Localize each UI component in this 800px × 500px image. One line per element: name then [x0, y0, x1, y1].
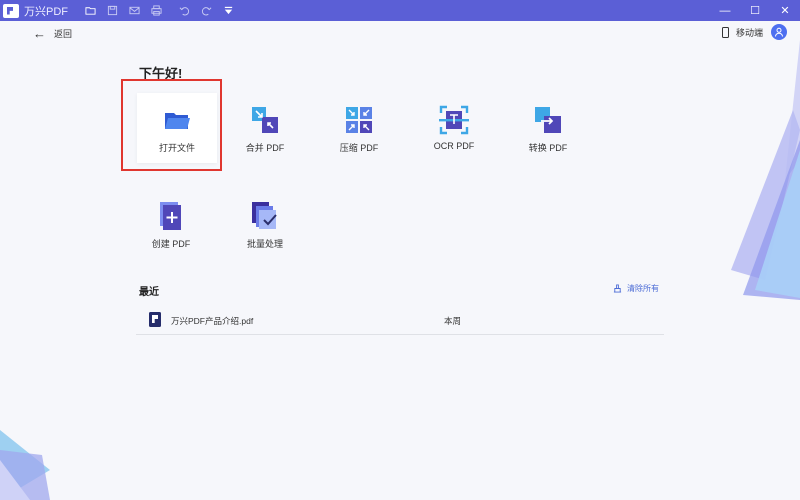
clear-all-button[interactable]: 清除所有 — [613, 283, 659, 294]
maximize-button[interactable]: ☐ — [740, 0, 770, 21]
title-bar: 万兴PDF — ☐ ✕ — [0, 0, 800, 21]
file-name: 万兴PDF产品介绍.pdf — [171, 316, 254, 326]
tile-convert-pdf[interactable]: 转换 PDF — [508, 93, 588, 163]
undo-icon[interactable] — [174, 0, 194, 21]
user-avatar[interactable] — [771, 24, 787, 40]
broom-icon — [613, 284, 622, 293]
compress-icon — [346, 107, 372, 133]
mobile-button[interactable]: 移动端 — [722, 26, 763, 39]
recent-heading: 最近 — [139, 287, 159, 298]
phone-icon — [722, 27, 729, 38]
tile-label: 压缩 PDF — [339, 143, 379, 153]
redo-icon[interactable] — [196, 0, 216, 21]
tile-label: 合并 PDF — [245, 143, 285, 153]
list-item[interactable]: 万兴PDF产品介绍.pdf 本周 — [136, 305, 664, 335]
highlight-box — [121, 79, 222, 171]
tile-ocr-pdf[interactable]: OCR PDF — [414, 93, 494, 163]
decorative-shapes-right — [731, 40, 800, 300]
convert-icon — [535, 107, 561, 133]
folder-icon[interactable] — [80, 0, 100, 21]
tile-label: 批量处理 — [246, 239, 283, 249]
tile-label: 转换 PDF — [528, 143, 568, 153]
clear-all-label: 清除所有 — [627, 284, 659, 293]
batch-icon — [252, 202, 277, 229]
back-arrow-icon: ← — [33, 25, 46, 41]
user-icon — [775, 27, 783, 37]
tile-compress-pdf[interactable]: 压缩 PDF — [319, 93, 399, 163]
mail-icon[interactable] — [124, 0, 144, 21]
back-label: 返回 — [54, 29, 73, 39]
tile-merge-pdf[interactable]: 合并 PDF — [225, 93, 305, 163]
pdf-file-icon — [149, 312, 161, 327]
tile-label: 创建 PDF — [151, 239, 191, 249]
app-logo-icon — [3, 3, 19, 18]
merge-icon — [252, 107, 278, 133]
tile-label: OCR PDF — [433, 141, 475, 151]
create-icon — [160, 202, 181, 230]
mobile-label: 移动端 — [736, 28, 764, 38]
minimize-button[interactable]: — — [710, 0, 740, 21]
app-name: 万兴PDF — [24, 5, 68, 18]
ocr-icon — [439, 105, 469, 135]
file-date: 本周 — [444, 316, 462, 326]
decorative-shapes-left — [0, 430, 50, 500]
tile-create-pdf[interactable]: 创建 PDF — [131, 189, 211, 259]
back-button[interactable]: ← 返回 — [33, 27, 72, 40]
close-button[interactable]: ✕ — [770, 0, 800, 21]
save-icon[interactable] — [102, 0, 122, 21]
print-icon[interactable] — [146, 0, 166, 21]
dropdown-icon[interactable] — [218, 0, 238, 21]
tile-batch-process[interactable]: 批量处理 — [225, 189, 305, 259]
